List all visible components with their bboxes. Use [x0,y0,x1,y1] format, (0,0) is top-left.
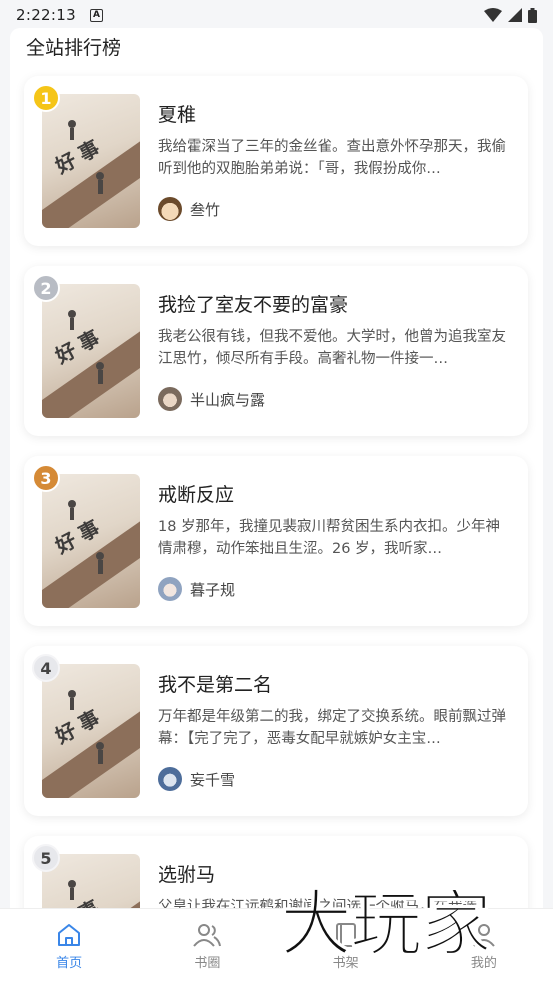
book-title: 我不是第二名 [158,674,273,696]
status-time: 2:22:13 [16,6,76,24]
svg-text:事: 事 [74,705,103,736]
watermark-text: 大玩家 [279,881,492,966]
author-avatar [158,577,182,601]
author-avatar [158,387,182,411]
book-cover: 好 事 [42,284,140,418]
book-card[interactable]: 好 事 2 我捡了室友不要的富豪 我老公很有钱，但我不爱他。大学时，他曾为追我室… [24,266,528,436]
svg-text:好: 好 [51,718,81,749]
rank-badge: 1 [32,84,60,112]
book-description: 18 岁那年，我撞见裴寂川帮贫困生系内衣扣。少年神情肃穆，动作笨拙且生涩。26 … [158,519,501,557]
book-author: 暮子规 [158,577,235,601]
nav-home[interactable]: 首页 [0,909,138,984]
section-title: 全站排行榜 [26,37,122,59]
svg-text:事: 事 [74,135,103,166]
book-card[interactable]: 好 事 1 夏稚 我给霍深当了三年的金丝雀。查出意外怀孕那天，我偷听到他的双胞胎… [24,76,528,246]
book-cover: 好 事 [42,664,140,798]
book-description: 万年都是年级第二的我，绑定了交换系统。眼前飘过弹幕：【完了完了，恶毒女配早就嫉妒… [158,709,506,747]
author-name: 妄千雪 [190,770,236,789]
svg-text:好: 好 [51,528,81,559]
svg-text:好: 好 [51,338,81,369]
book-title: 我捡了室友不要的富豪 [158,294,349,316]
book-card[interactable]: 好 事 3 戒断反应 18 岁那年，我撞见裴寂川帮贫困生系内衣扣。少年神情肃穆，… [24,456,528,626]
book-author: 叁竹 [158,197,220,221]
svg-text:事: 事 [74,515,103,546]
book-card[interactable]: 好 事 4 我不是第二名 万年都是年级第二的我，绑定了交换系统。眼前飘过弹幕：【… [24,646,528,816]
nav-home-label: 首页 [56,956,83,971]
book-cover: 好 事 [42,94,140,228]
battery-icon [528,7,537,23]
book-title: 戒断反应 [158,484,235,506]
rank-badge: 3 [32,464,60,492]
people-icon [193,924,222,947]
author-name: 叁竹 [190,200,221,219]
author-avatar [158,197,182,221]
book-description: 我老公很有钱，但我不爱他。大学时，他曾为追我室友江思竹，倾尽所有手段。高奢礼物一… [158,329,506,367]
ranking-panel: 全站排行榜 好 事 1 夏稚 我给霍深当了三年的金丝雀。查出意外怀孕那天，我偷听… [10,28,543,928]
svg-text:事: 事 [74,325,103,356]
notification-icon: A [89,8,103,22]
svg-text:好: 好 [51,148,81,179]
rank-badge: 5 [32,844,60,872]
nav-circle[interactable]: 书圈 [138,909,276,984]
book-cover: 好 事 [42,474,140,608]
status-icons [484,7,537,23]
rank-badge: 2 [32,274,60,302]
home-icon [58,924,81,946]
author-name: 半山疯与露 [190,390,266,409]
wifi-icon [484,8,502,22]
book-title: 选驸马 [158,864,216,886]
author-name: 暮子规 [190,580,236,599]
book-author: 妄千雪 [158,767,235,791]
nav-circle-label: 书圈 [194,956,221,971]
book-author: 半山疯与露 [158,387,265,411]
book-title: 夏稚 [158,104,197,126]
signal-icon [508,8,522,22]
rank-badge: 4 [32,654,60,682]
author-avatar [158,767,182,791]
book-description: 我给霍深当了三年的金丝雀。查出意外怀孕那天，我偷听到他的双胞胎弟弟说：「哥，我假… [158,139,506,177]
status-bar: 2:22:13 A [0,0,553,30]
